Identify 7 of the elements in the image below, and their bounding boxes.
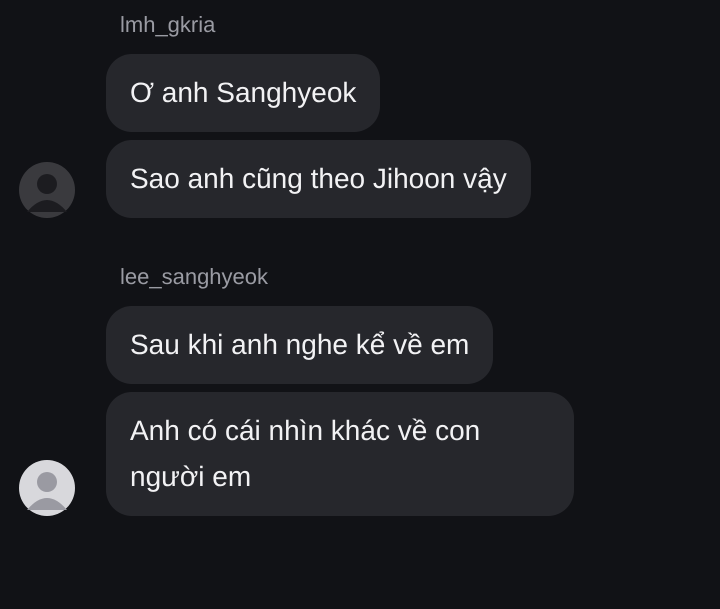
message-bubble: Ơ anh Sanghyeok	[106, 54, 380, 132]
username: lee_sanghyeok	[120, 263, 268, 291]
message-bubble: Sau khi anh nghe kể về em	[106, 306, 494, 384]
username: lmh_gkria	[120, 11, 216, 39]
avatar[interactable]	[19, 460, 75, 516]
message-bubble: Sao anh cũng theo Jihoon vậy	[106, 140, 531, 218]
message-bubble: Anh có cái nhìn khác về con người em	[106, 392, 574, 516]
